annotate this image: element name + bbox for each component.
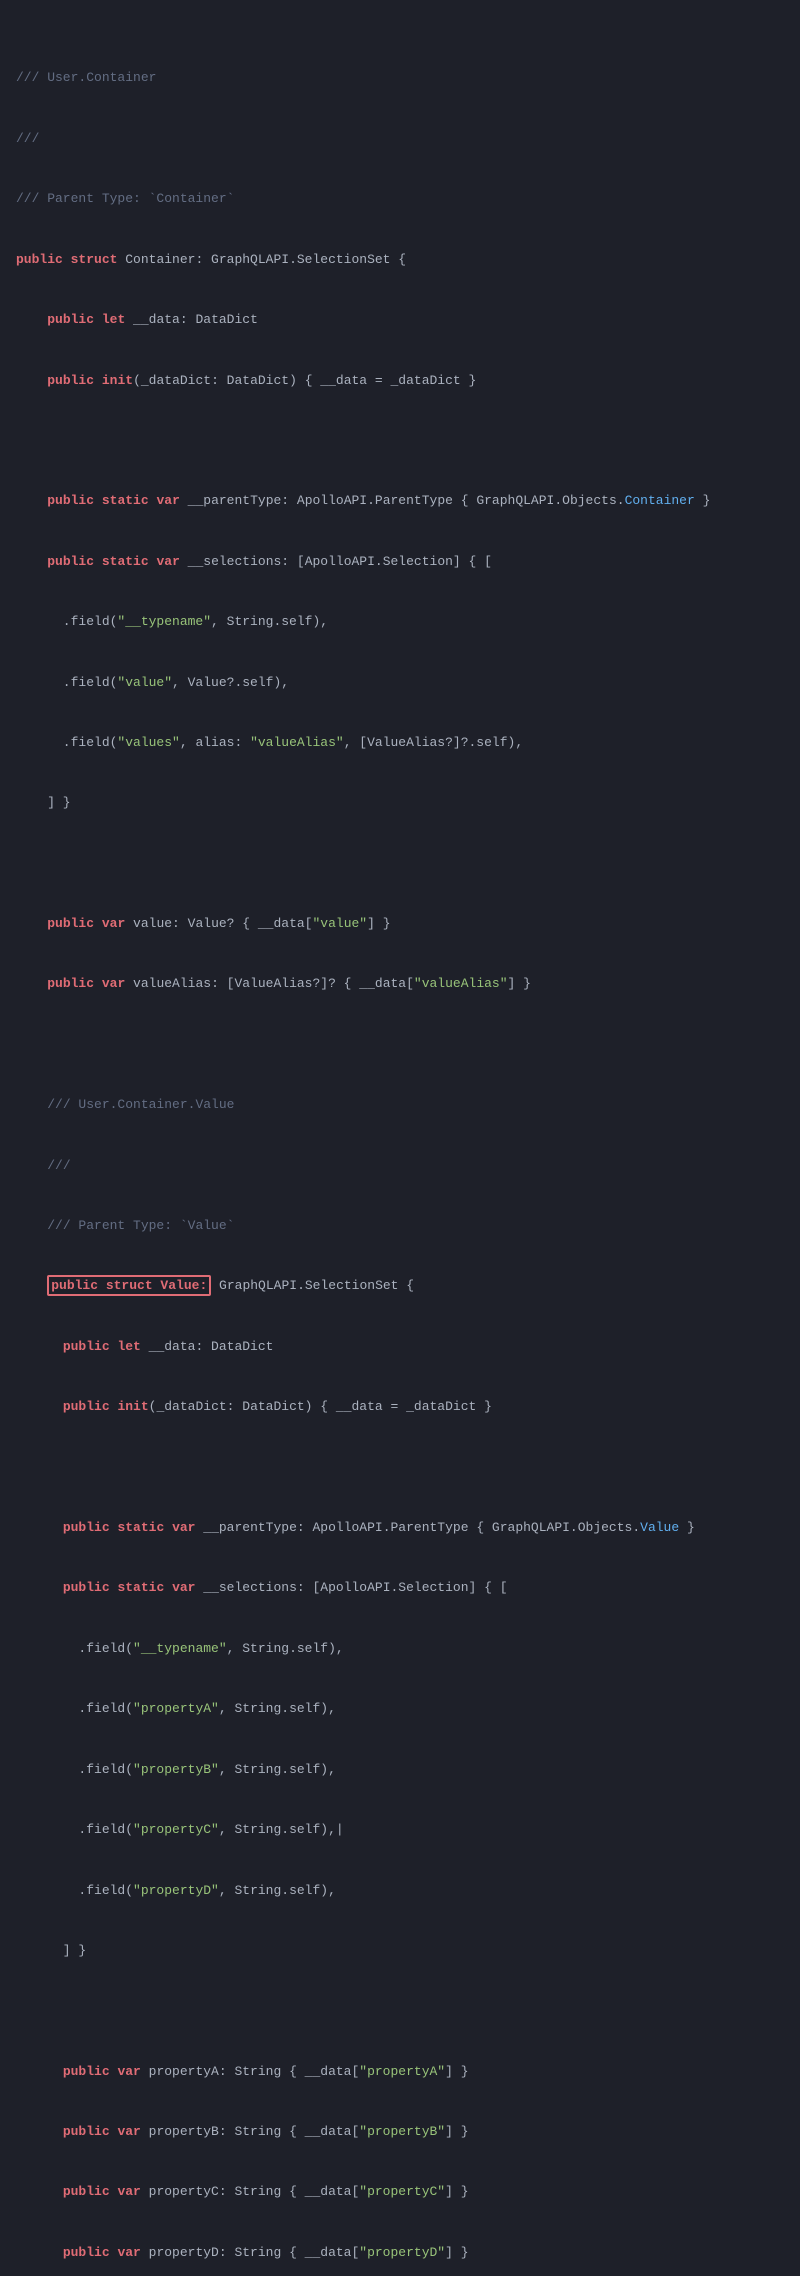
line-37: public var propertyD: String { __data["p… <box>0 2243 800 2263</box>
line-29: .field("propertyB", String.self), <box>0 1760 800 1780</box>
line-31: .field("propertyD", String.self), <box>0 1881 800 1901</box>
line-25: public static var __parentType: ApolloAP… <box>0 1518 800 1538</box>
line-19: /// <box>0 1156 800 1176</box>
line-35: public var propertyB: String { __data["p… <box>0 2122 800 2142</box>
line-32: ] } <box>0 1941 800 1961</box>
line-3: /// Parent Type: `Container` <box>0 189 800 209</box>
line-9: public static var __selections: [ApolloA… <box>0 552 800 572</box>
line-23: public init(_dataDict: DataDict) { __dat… <box>0 1397 800 1417</box>
line-20: /// Parent Type: `Value` <box>0 1216 800 1236</box>
line-1: /// User.Container <box>0 68 800 88</box>
line-12: .field("values", alias: "valueAlias", [V… <box>0 733 800 753</box>
line-27: .field("__typename", String.self), <box>0 1639 800 1659</box>
line-33 <box>0 2001 800 2021</box>
line-18: /// User.Container.Value <box>0 1095 800 1115</box>
line-36: public var propertyC: String { __data["p… <box>0 2182 800 2202</box>
line-2: /// <box>0 129 800 149</box>
line-26: public static var __selections: [ApolloA… <box>0 1578 800 1598</box>
line-7 <box>0 431 800 451</box>
line-17 <box>0 1035 800 1055</box>
line-8: public static var __parentType: ApolloAP… <box>0 491 800 511</box>
line-10: .field("__typename", String.self), <box>0 612 800 632</box>
line-14 <box>0 854 800 874</box>
code-viewer: /// User.Container /// /// Parent Type: … <box>0 0 800 2276</box>
line-4: public struct Container: GraphQLAPI.Sele… <box>0 250 800 270</box>
line-13: ] } <box>0 793 800 813</box>
line-24 <box>0 1458 800 1478</box>
line-22: public let __data: DataDict <box>0 1337 800 1357</box>
line-5: public let __data: DataDict <box>0 310 800 330</box>
line-16: public var valueAlias: [ValueAlias?]? { … <box>0 974 800 994</box>
line-11: .field("value", Value?.self), <box>0 673 800 693</box>
line-21: public struct Value: GraphQLAPI.Selectio… <box>0 1276 800 1296</box>
line-6: public init(_dataDict: DataDict) { __dat… <box>0 371 800 391</box>
line-34: public var propertyA: String { __data["p… <box>0 2062 800 2082</box>
line-30: .field("propertyC", String.self),| <box>0 1820 800 1840</box>
line-15: public var value: Value? { __data["value… <box>0 914 800 934</box>
line-28: .field("propertyA", String.self), <box>0 1699 800 1719</box>
